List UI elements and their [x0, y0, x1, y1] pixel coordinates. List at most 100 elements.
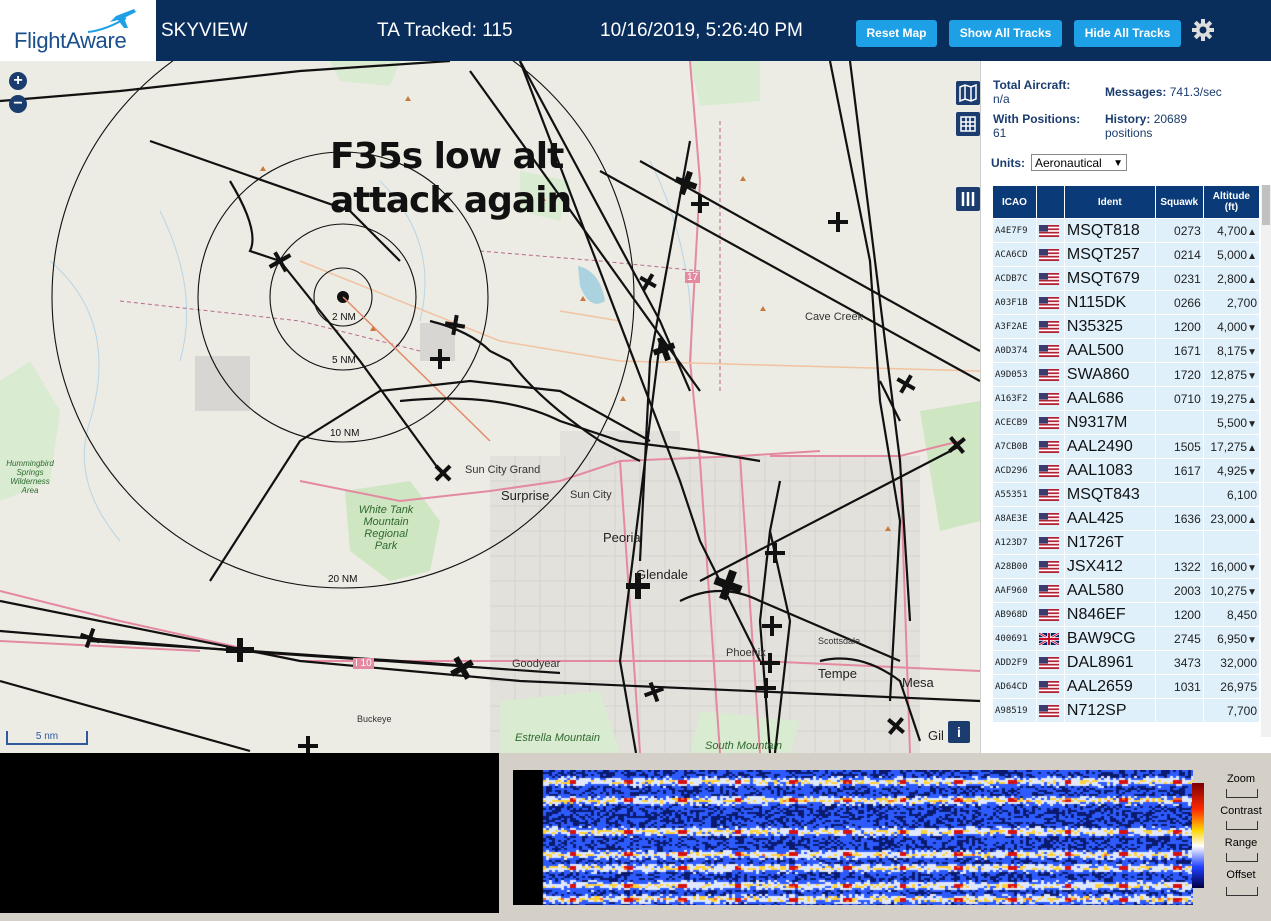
flag-cell — [1036, 627, 1064, 650]
us-flag-icon — [1038, 488, 1059, 501]
grid-icon — [960, 116, 976, 132]
messages-value: 741.3/sec — [1169, 85, 1222, 99]
altitude-trend-icon: ▼ — [1247, 370, 1257, 382]
ident-cell: AAL686 — [1064, 387, 1155, 410]
ident-cell: MSQT818 — [1064, 219, 1155, 242]
us-flag-icon — [1038, 392, 1059, 405]
squawk-cell — [1155, 531, 1203, 554]
squawk-cell: 1720 — [1155, 363, 1203, 386]
altitude-value: 4,000 — [1217, 319, 1248, 334]
squawk-cell — [1155, 483, 1203, 506]
icao-cell: A28B00 — [993, 555, 1036, 578]
table-row[interactable]: A163F2 AAL686 0710 19,275▲ — [993, 387, 1259, 410]
column-header-altitude[interactable]: Altitude (ft) — [1203, 186, 1259, 218]
altitude-cell: 7,700 — [1203, 699, 1259, 722]
ident-cell: MSQT679 — [1064, 267, 1155, 290]
info-button[interactable]: i — [948, 721, 970, 743]
zoom-out-button[interactable]: − — [9, 95, 27, 113]
table-row[interactable]: ACDB7C MSQT679 0231 2,800▲ — [993, 267, 1259, 290]
altitude-value: 16,000 — [1210, 559, 1248, 574]
flightaware-logo[interactable]: FlightAware — [0, 0, 156, 61]
table-row[interactable]: A4E7F9 MSQT818 0273 4,700▲ — [993, 219, 1259, 242]
table-row[interactable]: A9D053 SWA860 1720 12,875▼ — [993, 363, 1259, 386]
zoom-slider[interactable] — [1226, 789, 1258, 798]
flag-cell — [1036, 507, 1064, 530]
columns-button[interactable] — [956, 187, 980, 211]
table-row[interactable]: A123D7 N1726T — [993, 531, 1259, 554]
table-row[interactable]: ACD296 AAL1083 1617 4,925▼ — [993, 459, 1259, 482]
column-header-flag[interactable] — [1036, 186, 1064, 218]
squawk-cell: 0710 — [1155, 387, 1203, 410]
scrollbar-thumb[interactable] — [1262, 185, 1270, 225]
column-header-squawk[interactable]: Squawk — [1155, 186, 1203, 218]
squawk-cell: 1322 — [1155, 555, 1203, 578]
table-row[interactable]: AB968D N846EF 1200 8,450 — [993, 603, 1259, 626]
altitude-value: 26,975 — [1220, 679, 1257, 694]
altitude-value: 8,450 — [1226, 607, 1257, 622]
altitude-cell: 19,275▲ — [1203, 387, 1259, 410]
altitude-trend-icon: ▲ — [1247, 514, 1257, 526]
altitude-cell: 16,000▼ — [1203, 555, 1259, 578]
altitude-cell: 23,000▲ — [1203, 507, 1259, 530]
messages-stat: Messages: 741.3/sec — [1105, 85, 1265, 99]
reset-map-button[interactable]: Reset Map — [856, 20, 937, 47]
us-flag-icon — [1038, 680, 1059, 693]
altitude-cell: 2,700 — [1203, 291, 1259, 314]
altitude-trend-icon: ▲ — [1247, 226, 1257, 238]
squawk-cell: 0273 — [1155, 219, 1203, 242]
table-row[interactable]: A03F1B N115DK 0266 2,700 — [993, 291, 1259, 314]
flag-cell — [1036, 219, 1064, 242]
altitude-value: 8,175 — [1217, 343, 1248, 358]
city-label: Scottsdale — [818, 636, 861, 646]
contrast-slider[interactable] — [1226, 821, 1258, 830]
flag-cell — [1036, 579, 1064, 602]
table-row[interactable]: 400691 BAW9CG 2745 6,950▼ — [993, 627, 1259, 650]
column-header-icao[interactable]: ICAO — [993, 186, 1036, 218]
range-label: Range — [1224, 837, 1258, 849]
flag-cell — [1036, 603, 1064, 626]
squawk-cell — [1155, 411, 1203, 434]
altitude-cell: 12,875▼ — [1203, 363, 1259, 386]
aircraft-panel: Total Aircraft: n/a Messages: 741.3/sec … — [980, 61, 1271, 753]
table-row[interactable]: AD64CD AAL2659 1031 26,975 — [993, 675, 1259, 698]
icao-cell: A98519 — [993, 699, 1036, 722]
range-slider[interactable] — [1226, 853, 1258, 862]
us-flag-icon — [1038, 224, 1059, 237]
table-row[interactable]: ACA6CD MSQT257 0214 5,000▲ — [993, 243, 1259, 266]
grid-button[interactable] — [956, 112, 980, 136]
table-row[interactable]: A7CB0B AAL2490 1505 17,275▲ — [993, 435, 1259, 458]
flag-cell — [1036, 651, 1064, 674]
ident-cell: JSX412 — [1064, 555, 1155, 578]
table-row[interactable]: ACECB9 N9317M 5,500▼ — [993, 411, 1259, 434]
altitude-cell: 32,000 — [1203, 651, 1259, 674]
table-row[interactable]: A55351 MSQT843 6,100 — [993, 483, 1259, 506]
map-view[interactable]: + − F35s low alt attack again 2 NM 5 NM … — [0, 61, 980, 753]
altitude-cell: 2,800▲ — [1203, 267, 1259, 290]
table-row[interactable]: A0D374 AAL500 1671 8,175▼ — [993, 339, 1259, 362]
table-scrollbar[interactable] — [1261, 185, 1271, 737]
altitude-cell: 5,000▲ — [1203, 243, 1259, 266]
us-flag-icon — [1038, 296, 1059, 309]
altitude-trend-icon: ▼ — [1247, 586, 1257, 598]
tracked-count: TA Tracked: 115 — [377, 20, 513, 41]
show-all-tracks-button[interactable]: Show All Tracks — [949, 20, 1062, 47]
table-row[interactable]: A28B00 JSX412 1322 16,000▼ — [993, 555, 1259, 578]
taskbar — [0, 913, 1271, 921]
waterfall-display[interactable] — [513, 770, 1193, 905]
table-row[interactable]: A3F2AE N35325 1200 4,000▼ — [993, 315, 1259, 338]
hide-all-tracks-button[interactable]: Hide All Tracks — [1074, 20, 1181, 47]
map-layers-button[interactable] — [956, 81, 980, 105]
table-row[interactable]: ADD2F9 DAL8961 3473 32,000 — [993, 651, 1259, 674]
squawk-cell: 1031 — [1155, 675, 1203, 698]
altitude-cell: 6,100 — [1203, 483, 1259, 506]
table-row[interactable]: A8AE3E AAL425 1636 23,000▲ — [993, 507, 1259, 530]
table-row[interactable]: AAF960 AAL580 2003 10,275▼ — [993, 579, 1259, 602]
units-select[interactable]: Aeronautical ▼ — [1031, 154, 1127, 171]
gear-icon[interactable] — [1191, 18, 1215, 42]
column-header-ident[interactable]: Ident — [1064, 186, 1155, 218]
altitude-value: 32,000 — [1220, 655, 1257, 670]
offset-slider[interactable] — [1226, 887, 1258, 896]
zoom-in-button[interactable]: + — [9, 72, 27, 90]
squawk-cell: 0214 — [1155, 243, 1203, 266]
table-row[interactable]: A98519 N712SP 7,700 — [993, 699, 1259, 722]
